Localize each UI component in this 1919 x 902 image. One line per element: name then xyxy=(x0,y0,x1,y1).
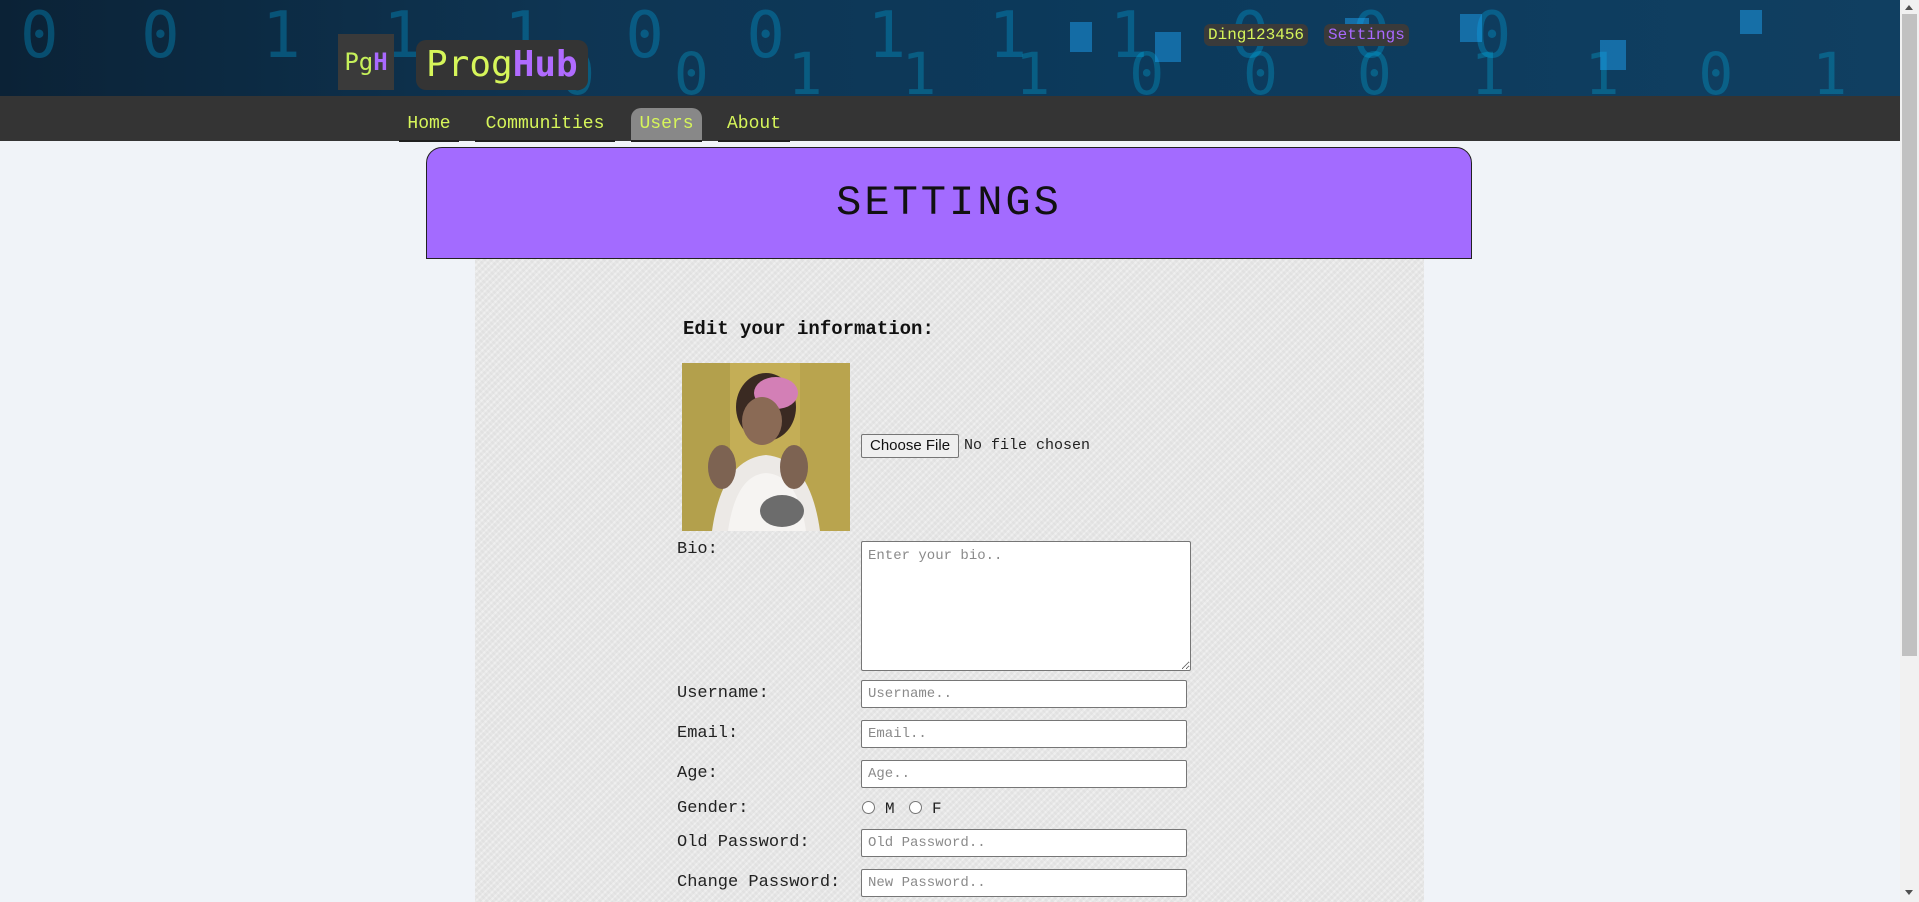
settings-link[interactable]: Settings xyxy=(1324,24,1409,46)
new-password-input[interactable] xyxy=(861,869,1187,897)
logo-icon-text-accent: H xyxy=(373,48,388,76)
logo-text-left: Prog xyxy=(426,44,513,85)
bio-textarea[interactable] xyxy=(861,541,1191,671)
scrollbar-thumb[interactable] xyxy=(1902,14,1917,656)
bio-label: Bio: xyxy=(677,540,718,559)
page-title: SETTINGS xyxy=(836,179,1062,227)
avatar-photo xyxy=(682,363,850,531)
username-link[interactable]: Ding123456 xyxy=(1204,24,1309,46)
background-digits: 0 0 1 1 1 0 0 0 1 1 0 1 1 0 1 1 1 0 xyxy=(560,40,1900,96)
username-input[interactable] xyxy=(861,680,1187,708)
scroll-down-arrow-icon[interactable] xyxy=(1905,890,1913,895)
old-password-input[interactable] xyxy=(861,829,1187,857)
gender-label: Gender: xyxy=(677,799,749,818)
scroll-up-arrow-icon[interactable] xyxy=(1905,5,1913,10)
choose-file-button[interactable]: Choose File xyxy=(861,434,960,458)
age-label: Age: xyxy=(677,764,718,783)
main-nav: Home Communities Users About xyxy=(0,96,1900,142)
logo-text-right: Hub xyxy=(512,44,578,85)
gender-option-m: M xyxy=(885,800,895,818)
logo-icon[interactable]: Pg H xyxy=(338,34,394,90)
age-input[interactable] xyxy=(861,760,1187,788)
header-banner: 0 0 1 1 1 0 0 1 1 1 0 0 0 0 0 1 1 1 0 0 … xyxy=(0,0,1900,96)
change-password-label: Change Password: xyxy=(677,873,841,892)
form-title: Edit your information: xyxy=(683,318,934,340)
avatar xyxy=(682,363,850,531)
nav-home[interactable]: Home xyxy=(399,108,459,142)
username-label: Username: xyxy=(677,684,769,703)
old-password-label: Old Password: xyxy=(677,833,810,852)
gender-option-f: F xyxy=(932,800,942,818)
nav-users[interactable]: Users xyxy=(631,108,702,142)
site-logo[interactable]: ProgHub xyxy=(416,40,588,90)
nav-about[interactable]: About xyxy=(718,108,790,142)
gender-radio-f[interactable] xyxy=(909,801,922,814)
email-input[interactable] xyxy=(861,720,1187,748)
email-label: Email: xyxy=(677,724,739,743)
logo-icon-text: Pg xyxy=(344,48,374,76)
page-title-banner: SETTINGS xyxy=(426,147,1472,259)
file-status-text: No file chosen xyxy=(964,437,1091,454)
nav-communities[interactable]: Communities xyxy=(475,108,615,142)
gender-radio-m[interactable] xyxy=(862,801,875,814)
